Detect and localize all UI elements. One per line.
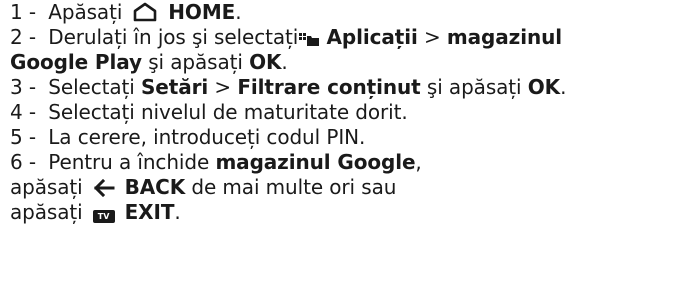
apps-label: Aplicații — [326, 25, 418, 49]
step-1: 1 - Apăsați HOME. — [10, 0, 242, 24]
step-5: 5 - La cerere, introduceți codul PIN. — [10, 125, 682, 150]
settings-label: Setări — [141, 75, 209, 99]
store-label: magazinul Google — [215, 150, 416, 174]
step-number: 1 - — [10, 0, 36, 24]
ok-label: OK — [249, 50, 282, 74]
step-text: Apăsați — [48, 0, 123, 24]
home-icon — [132, 2, 158, 22]
step-number: 5 - — [10, 125, 36, 149]
step-6-continuation-2: apăsați TV EXIT. — [10, 200, 181, 224]
step-2: 2 - Derulați în jos şi selectați Aplicaț… — [10, 25, 562, 49]
back-arrow-icon — [93, 179, 115, 197]
step-text: La cerere, introduceți codul PIN. — [48, 125, 366, 149]
step-number: 3 - — [10, 75, 36, 99]
step-text: apăsați — [10, 175, 83, 199]
step-text: Selectați — [48, 75, 135, 99]
step-6-continuation-1: apăsați BACK de mai multe ori sau — [10, 175, 397, 199]
step-text: Selectați nivelul de maturitate dorit. — [48, 100, 408, 124]
step-text: apăsați — [10, 200, 83, 224]
ok-label: OK — [527, 75, 561, 99]
store-name: Google Play — [10, 50, 142, 74]
store-label: magazinul — [446, 25, 562, 49]
tv-icon: TV — [92, 210, 115, 223]
step-number: 6 - — [10, 150, 36, 174]
apps-icon — [298, 31, 320, 47]
content-filter-label: Filtrare conținut — [237, 75, 421, 99]
back-button-label: BACK — [124, 175, 186, 199]
step-4: 4 - Selectați nivelul de maturitate dori… — [10, 100, 682, 125]
step-number: 2 - — [10, 25, 36, 49]
instruction-list: 1 - Apăsați HOME. 2 - Derulați în jos şi … — [10, 0, 682, 225]
step-number: 4 - — [10, 100, 36, 124]
step-6: 6 - Pentru a închide magazinul Google, — [10, 150, 422, 174]
step-text: Pentru a închide — [48, 150, 210, 174]
step-2-continuation: Google Play şi apăsați OK. — [10, 50, 288, 74]
exit-button-label: EXIT — [124, 200, 175, 224]
step-text: Derulați în jos şi selectați — [48, 25, 299, 49]
home-button-label: HOME — [168, 0, 236, 24]
step-3: 3 - Selectați Setări > Filtrare conținut… — [10, 75, 567, 99]
